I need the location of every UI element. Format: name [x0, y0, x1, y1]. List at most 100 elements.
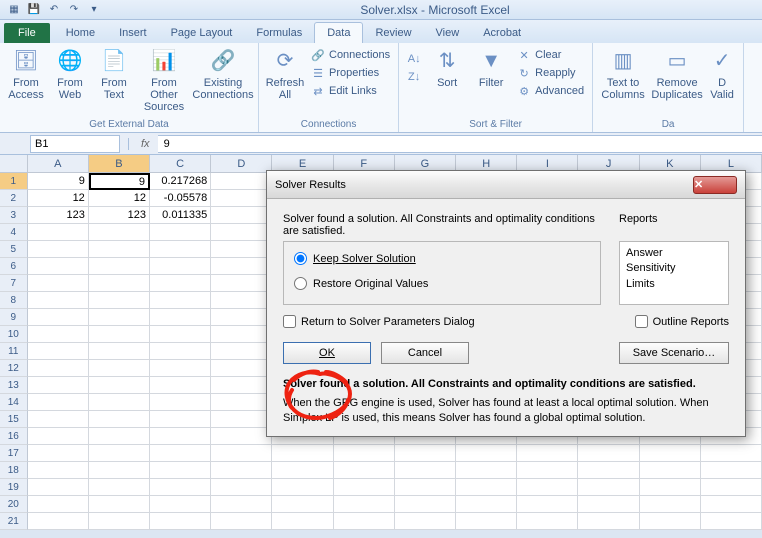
tab-home[interactable]: Home [54, 23, 107, 43]
cell-A17[interactable] [28, 445, 89, 462]
cell-D21[interactable] [211, 513, 272, 530]
existing-connections-button[interactable]: 🔗Existing Connections [194, 45, 252, 103]
cell-B12[interactable] [89, 360, 150, 377]
cell-A12[interactable] [28, 360, 89, 377]
sort-button[interactable]: ⇅Sort [427, 45, 467, 91]
cell-G20[interactable] [395, 496, 456, 513]
cell-J20[interactable] [578, 496, 639, 513]
cell-A14[interactable] [28, 394, 89, 411]
cell-B2[interactable]: 12 [89, 190, 150, 207]
close-button[interactable]: ✕ [693, 176, 737, 194]
formula-input[interactable]: 9 [158, 135, 762, 153]
name-box[interactable]: B1 [30, 135, 120, 153]
cell-C20[interactable] [150, 496, 211, 513]
cell-C13[interactable] [150, 377, 211, 394]
cell-A10[interactable] [28, 326, 89, 343]
cell-C6[interactable] [150, 258, 211, 275]
sort-asc-button[interactable]: A↓ [405, 51, 423, 67]
cell-B1[interactable]: 9 [89, 173, 150, 190]
cancel-button[interactable]: Cancel [381, 342, 469, 364]
cell-A9[interactable] [28, 309, 89, 326]
row-header-20[interactable]: 20 [0, 496, 28, 513]
cell-B8[interactable] [89, 292, 150, 309]
col-header-B[interactable]: B [89, 155, 150, 173]
cell-G17[interactable] [395, 445, 456, 462]
cell-E17[interactable] [272, 445, 333, 462]
edit-links-button[interactable]: ⇄Edit Links [309, 83, 392, 99]
cell-E18[interactable] [272, 462, 333, 479]
cell-C5[interactable] [150, 241, 211, 258]
cell-D12[interactable] [211, 360, 272, 377]
dialog-titlebar[interactable]: Solver Results ✕ [267, 171, 745, 199]
qat-dropdown-icon[interactable]: ▾ [86, 2, 102, 18]
restore-values-radio[interactable]: Restore Original Values [294, 277, 590, 290]
cell-C4[interactable] [150, 224, 211, 241]
save-icon[interactable]: 💾 [26, 2, 42, 18]
cell-C16[interactable] [150, 428, 211, 445]
cell-A13[interactable] [28, 377, 89, 394]
cell-A15[interactable] [28, 411, 89, 428]
outline-reports-checkbox[interactable]: Outline Reports [635, 315, 729, 328]
row-header-1[interactable]: 1 [0, 173, 28, 190]
cell-D13[interactable] [211, 377, 272, 394]
cell-C11[interactable] [150, 343, 211, 360]
cell-D11[interactable] [211, 343, 272, 360]
col-header-C[interactable]: C [150, 155, 211, 173]
cell-D1[interactable] [211, 173, 272, 190]
cell-B9[interactable] [89, 309, 150, 326]
cell-C10[interactable] [150, 326, 211, 343]
cell-C9[interactable] [150, 309, 211, 326]
cell-B20[interactable] [89, 496, 150, 513]
cell-D14[interactable] [211, 394, 272, 411]
cell-A4[interactable] [28, 224, 89, 241]
cell-H17[interactable] [456, 445, 517, 462]
cell-B3[interactable]: 123 [89, 207, 150, 224]
cell-C2[interactable]: -0.05578 [150, 190, 211, 207]
row-header-8[interactable]: 8 [0, 292, 28, 309]
cell-D7[interactable] [211, 275, 272, 292]
col-header-A[interactable]: A [28, 155, 89, 173]
cell-C17[interactable] [150, 445, 211, 462]
cell-F21[interactable] [334, 513, 395, 530]
cell-E21[interactable] [272, 513, 333, 530]
cell-A11[interactable] [28, 343, 89, 360]
return-to-params-checkbox[interactable]: Return to Solver Parameters Dialog [283, 315, 475, 328]
cell-I20[interactable] [517, 496, 578, 513]
cell-E20[interactable] [272, 496, 333, 513]
row-header-9[interactable]: 9 [0, 309, 28, 326]
row-header-12[interactable]: 12 [0, 360, 28, 377]
data-validation-button[interactable]: ✓D Valid [707, 45, 737, 103]
cell-C12[interactable] [150, 360, 211, 377]
cell-E19[interactable] [272, 479, 333, 496]
cell-G18[interactable] [395, 462, 456, 479]
cell-K20[interactable] [640, 496, 701, 513]
return-checkbox-input[interactable] [283, 315, 296, 328]
cell-B17[interactable] [89, 445, 150, 462]
cell-G19[interactable] [395, 479, 456, 496]
cell-A2[interactable]: 12 [28, 190, 89, 207]
cell-B18[interactable] [89, 462, 150, 479]
row-header-18[interactable]: 18 [0, 462, 28, 479]
cell-B14[interactable] [89, 394, 150, 411]
sort-desc-button[interactable]: Z↓ [405, 69, 423, 85]
undo-icon[interactable]: ↶ [46, 2, 62, 18]
cell-D10[interactable] [211, 326, 272, 343]
cell-J18[interactable] [578, 462, 639, 479]
cell-H19[interactable] [456, 479, 517, 496]
cell-B19[interactable] [89, 479, 150, 496]
cell-B5[interactable] [89, 241, 150, 258]
row-header-10[interactable]: 10 [0, 326, 28, 343]
cell-C8[interactable] [150, 292, 211, 309]
cell-A6[interactable] [28, 258, 89, 275]
cell-D19[interactable] [211, 479, 272, 496]
select-all-corner[interactable] [0, 155, 28, 173]
tab-formulas[interactable]: Formulas [244, 23, 314, 43]
from-text-button[interactable]: 📄From Text [94, 45, 134, 103]
cell-L18[interactable] [701, 462, 762, 479]
cell-A3[interactable]: 123 [28, 207, 89, 224]
row-header-7[interactable]: 7 [0, 275, 28, 292]
cell-A7[interactable] [28, 275, 89, 292]
cell-B10[interactable] [89, 326, 150, 343]
cell-A5[interactable] [28, 241, 89, 258]
cell-F20[interactable] [334, 496, 395, 513]
